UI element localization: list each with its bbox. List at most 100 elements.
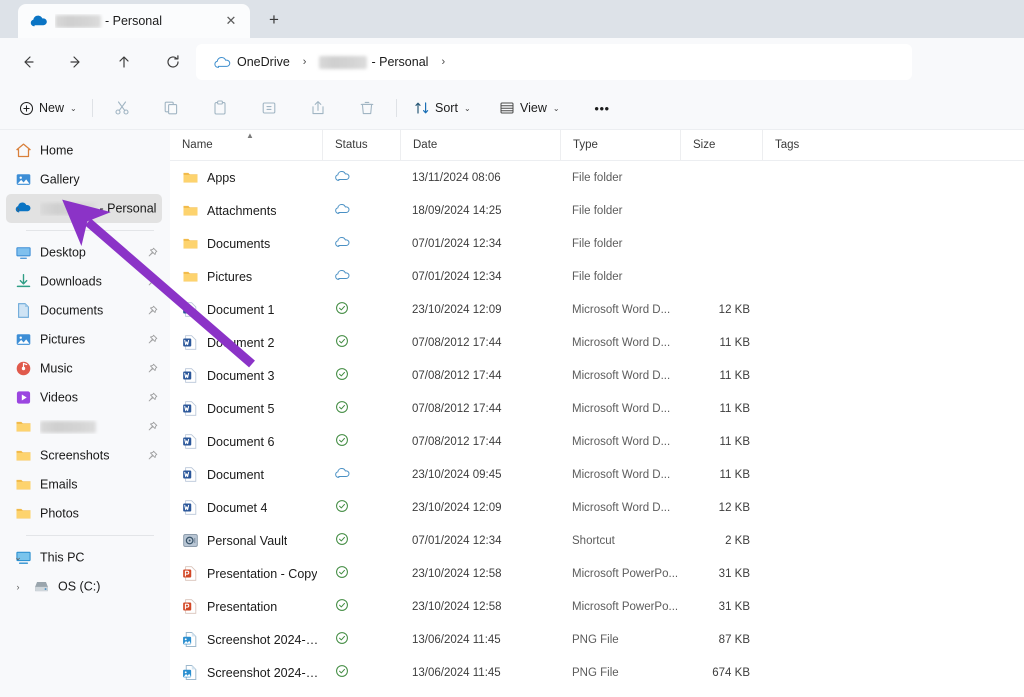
- navigation-pane[interactable]: Home Gallery › - Personal Desktop Downloads D…: [0, 130, 170, 697]
- cell-name[interactable]: Document 3: [170, 367, 322, 384]
- sidebar-item-os-c[interactable]: › OS (C:): [6, 572, 162, 601]
- column-header-tags[interactable]: Tags: [762, 130, 852, 161]
- breadcrumb-personal[interactable]: - Personal: [315, 52, 432, 72]
- pin-icon[interactable]: [144, 392, 160, 404]
- copy-button[interactable]: [154, 93, 188, 123]
- rename-button[interactable]: [252, 93, 286, 123]
- file-list-pane[interactable]: Name ▲ Status Date Type Size Tags Apps 13/11/20…: [170, 130, 1024, 697]
- breadcrumb-separator[interactable]: ›: [294, 56, 316, 68]
- cell-name[interactable]: Documet 4: [170, 499, 322, 516]
- see-more-button[interactable]: •••: [584, 93, 620, 123]
- address-bar[interactable]: OneDrive › - Personal ›: [196, 44, 912, 80]
- cell-name[interactable]: Document 1: [170, 301, 322, 318]
- column-header-status[interactable]: Status: [322, 130, 400, 161]
- column-header-size[interactable]: Size: [680, 130, 762, 161]
- share-button[interactable]: [301, 93, 335, 123]
- check-circle-icon: [336, 632, 348, 644]
- breadcrumb-onedrive[interactable]: OneDrive: [210, 52, 294, 72]
- sidebar-item-this-pc[interactable]: ⌄ This PC: [6, 543, 162, 572]
- delete-button[interactable]: [350, 93, 384, 123]
- column-header-type[interactable]: Type: [560, 130, 680, 161]
- chevron-right-icon[interactable]: ›: [10, 194, 26, 223]
- cell-name[interactable]: Document: [170, 466, 322, 483]
- word-icon: [182, 334, 199, 351]
- close-icon[interactable]: ✕: [220, 10, 242, 32]
- up-button[interactable]: [108, 46, 140, 78]
- cell-name[interactable]: Documents: [170, 235, 322, 252]
- sidebar-item-gallery[interactable]: Gallery: [6, 165, 162, 194]
- cell-status: [322, 334, 400, 351]
- pin-icon[interactable]: [144, 450, 160, 462]
- pin-icon: [148, 247, 158, 256]
- refresh-icon[interactable]: [157, 46, 189, 78]
- cell-status: [322, 367, 400, 384]
- sidebar-item-music[interactable]: Music: [6, 354, 162, 383]
- sidebar-item-personal[interactable]: › - Personal: [6, 194, 162, 223]
- view-button[interactable]: View ⌄: [492, 93, 567, 123]
- sidebar-item-screenshots[interactable]: Screenshots: [6, 441, 162, 470]
- sidebar-item-emails[interactable]: Emails: [6, 470, 162, 499]
- pin-icon[interactable]: [144, 363, 160, 375]
- table-row[interactable]: Document 23/10/2024 09:45 Microsoft Word D…: [170, 458, 1024, 491]
- file-name: Presentation: [207, 599, 278, 614]
- table-row[interactable]: Document 3 07/08/2012 17:44 Microsoft Word…: [170, 359, 1024, 392]
- cell-name[interactable]: Presentation - Copy: [170, 565, 322, 582]
- column-header-date[interactable]: Date: [400, 130, 560, 161]
- table-row[interactable]: Pictures 07/01/2024 12:34 File folder: [170, 260, 1024, 293]
- cell-name[interactable]: Document 2: [170, 334, 322, 351]
- column-header-name[interactable]: Name ▲: [170, 130, 322, 161]
- pin-icon[interactable]: [144, 276, 160, 288]
- pin-icon: [148, 334, 158, 343]
- sort-button[interactable]: Sort ⌄: [407, 93, 478, 123]
- table-row[interactable]: Screenshot 2024-06... 13/06/2024 11:45 PNG…: [170, 623, 1024, 656]
- sidebar-item-photos[interactable]: Photos: [6, 499, 162, 528]
- table-row[interactable]: Screenshot 2024-06... 13/06/2024 11:45 PNG…: [170, 656, 1024, 689]
- check-circle-icon: [336, 335, 348, 347]
- pin-icon[interactable]: [144, 305, 160, 317]
- pin-icon[interactable]: [144, 247, 160, 259]
- sidebar-item-home[interactable]: Home: [6, 136, 162, 165]
- cell-name[interactable]: Pictures: [170, 268, 322, 285]
- chevron-down-icon[interactable]: ⌄: [10, 543, 26, 572]
- table-row[interactable]: Document 6 07/08/2012 17:44 Microsoft Word…: [170, 425, 1024, 458]
- toolbar-divider: [92, 99, 93, 117]
- status-cloud-only-icon: [335, 203, 350, 218]
- table-row[interactable]: Attachments 18/09/2024 14:25 File folder: [170, 194, 1024, 227]
- breadcrumb-trailing-separator[interactable]: ›: [432, 56, 454, 68]
- pin-icon[interactable]: [144, 421, 160, 433]
- table-row[interactable]: Document 2 07/08/2012 17:44 Microsoft Word…: [170, 326, 1024, 359]
- cell-name[interactable]: Document 5: [170, 400, 322, 417]
- cell-name[interactable]: Attachments: [170, 202, 322, 219]
- new-button[interactable]: New ⌄: [12, 93, 84, 123]
- pin-icon[interactable]: [144, 334, 160, 346]
- table-row[interactable]: Presentation 23/10/2024 12:58 Microsoft Po…: [170, 590, 1024, 623]
- sidebar-item-desktop[interactable]: Desktop: [6, 238, 162, 267]
- table-row[interactable]: Document 1 23/10/2024 12:09 Microsoft Word…: [170, 293, 1024, 326]
- tab-onedrive-personal[interactable]: - Personal ✕: [18, 4, 250, 38]
- cell-name[interactable]: Screenshot 2024-06...: [170, 631, 322, 648]
- sidebar-item-redacted[interactable]: [6, 412, 162, 441]
- cell-name[interactable]: Presentation: [170, 598, 322, 615]
- paste-button[interactable]: [203, 93, 237, 123]
- chevron-right-icon[interactable]: ›: [10, 572, 26, 601]
- table-row[interactable]: Presentation - Copy 23/10/2024 12:58 Micro…: [170, 557, 1024, 590]
- cell-name[interactable]: Personal Vault: [170, 532, 322, 549]
- sidebar-item-videos[interactable]: Videos: [6, 383, 162, 412]
- table-row[interactable]: Personal Vault 07/01/2024 12:34 Shortcut 2 …: [170, 524, 1024, 557]
- forward-button[interactable]: [60, 46, 92, 78]
- cell-name[interactable]: Apps: [170, 169, 322, 186]
- sidebar-item-pictures[interactable]: Pictures: [6, 325, 162, 354]
- table-row[interactable]: Document 5 07/08/2012 17:44 Microsoft Word…: [170, 392, 1024, 425]
- cell-name[interactable]: Screenshot 2024-06...: [170, 664, 322, 681]
- back-button[interactable]: [12, 46, 44, 78]
- cell-size: 11 KB: [719, 336, 750, 349]
- vault-icon: [182, 532, 199, 549]
- sidebar-item-downloads[interactable]: Downloads: [6, 267, 162, 296]
- cell-name[interactable]: Document 6: [170, 433, 322, 450]
- table-row[interactable]: Documet 4 23/10/2024 12:09 Microsoft Word …: [170, 491, 1024, 524]
- new-tab-button[interactable]: +: [258, 6, 290, 34]
- table-row[interactable]: Documents 07/01/2024 12:34 File folder: [170, 227, 1024, 260]
- cut-button[interactable]: [105, 93, 139, 123]
- sidebar-item-documents[interactable]: Documents: [6, 296, 162, 325]
- table-row[interactable]: Apps 13/11/2024 08:06 File folder: [170, 161, 1024, 194]
